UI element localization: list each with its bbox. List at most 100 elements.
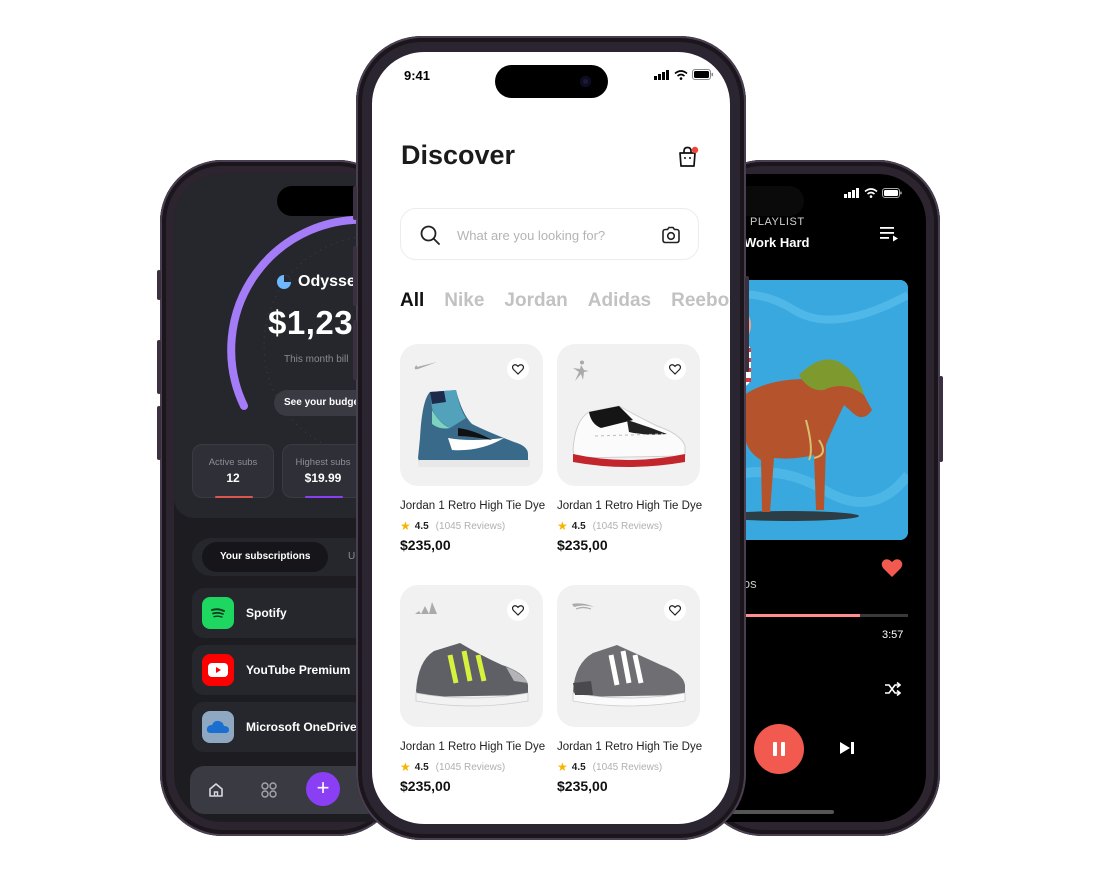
favorite-button[interactable] [664,599,686,621]
next-track-icon[interactable] [838,740,856,756]
product-rating: ★ 4.5 (1045 Reviews) [557,519,700,533]
product-card[interactable]: Jordan 1 Retro High Tie Dye ★ 4.5 (1045 … [557,585,703,794]
phone-side-button [939,376,943,462]
review-count: (1045 Reviews) [435,761,506,773]
shop-phone: 9:41 Discover A [353,36,749,840]
product-card[interactable]: Jordan 1 Retro High Tie Dye ★ 4.5 (1045 … [400,585,546,794]
signal-icon [654,69,669,80]
wifi-icon [864,188,878,198]
tab-adidas[interactable]: Adidas [588,290,651,312]
favorite-button[interactable] [664,358,686,380]
product-title: Jordan 1 Retro High Tie Dye [400,741,546,753]
sneaker-image [572,405,686,467]
heart-outline-icon [669,604,681,616]
brand-filter-tabs: All Nike Jordan Adidas Reebok [400,290,730,312]
product-image[interactable] [557,344,700,486]
shop-screen: 9:41 Discover A [372,52,730,824]
product-rating: ★ 4.5 (1045 Reviews) [557,760,700,774]
product-image[interactable] [400,585,543,727]
status-time: 9:41 [404,68,431,83]
review-count: (1045 Reviews) [435,520,506,532]
track-duration: 3:57 [882,629,904,641]
youtube-icon [202,654,234,686]
stat-active-subs: Active subs 12 [192,444,274,498]
star-icon: ★ [400,760,411,774]
product-price: $235,00 [400,537,451,553]
like-heart-icon[interactable] [881,558,903,578]
phone-side-button [353,186,357,220]
star-icon: ★ [557,760,568,774]
phone-side-button [157,406,161,460]
playlist-name: Work Hard [744,235,810,250]
signal-icon [844,188,859,198]
product-card[interactable]: Jordan 1 Retro High Tie Dye ★ 4.5 (1045 … [400,344,546,553]
subscription-name: Spotify [246,606,287,620]
product-price: $235,00 [557,778,608,794]
stat-value: 12 [226,471,240,485]
review-count: (1045 Reviews) [592,761,663,773]
product-price: $235,00 [400,778,451,794]
product-card[interactable]: Jordan 1 Retro High Tie Dye ★ 4.5 (1045 … [557,344,702,553]
page-title: Discover [401,140,516,170]
heart-outline-icon [512,363,524,375]
product-price: $235,00 [557,537,608,553]
reebok-logo-icon [572,603,594,610]
stat-highest-subs: Highest subs $19.99 [282,444,364,498]
camera-search-icon[interactable] [660,224,682,246]
adidas-logo-icon [415,602,437,614]
review-count: (1045 Reviews) [592,520,663,532]
stat-label: Active subs [208,457,258,468]
stat-value: $19.99 [304,471,342,485]
wifi-icon [674,69,688,80]
home-icon[interactable] [204,778,228,802]
shuffle-icon[interactable] [885,682,901,696]
tab-your-subscriptions[interactable]: Your subscriptions [202,542,329,572]
tab-nike[interactable]: Nike [444,290,484,312]
camera-dot [580,76,591,87]
product-title: Jordan 1 Retro High Tie Dye [557,741,703,753]
status-bar [844,188,902,198]
odyssey-logo-icon [277,275,291,289]
rating-value: 4.5 [414,520,429,532]
shopping-bag-icon[interactable] [676,145,700,169]
grid-icon[interactable] [257,778,281,802]
pause-button[interactable] [754,724,804,774]
favorite-button[interactable] [507,358,529,380]
brand-name: Odysse [298,273,356,290]
bill-caption: This month bill [284,354,349,365]
jordan-logo-icon [573,360,589,381]
phone-side-button [157,340,161,394]
tab-jordan[interactable]: Jordan [504,290,567,312]
search-bar[interactable] [400,208,699,260]
pause-icon [773,742,785,756]
product-rating: ★ 4.5 (1045 Reviews) [400,519,543,533]
rating-value: 4.5 [571,520,586,532]
bill-amount: $1,23 [268,304,354,341]
sneaker-image [415,643,529,707]
nike-logo-icon [414,362,437,370]
tab-all[interactable]: All [400,290,424,312]
product-image[interactable] [400,344,543,486]
product-image[interactable] [557,585,700,727]
queue-icon[interactable] [880,226,900,242]
subscription-name: YouTube Premium [246,663,351,677]
star-icon: ★ [557,519,568,533]
product-title: Jordan 1 Retro High Tie Dye [400,500,546,512]
subscription-name: Microsoft OneDrive [246,720,357,734]
rating-value: 4.5 [571,761,586,773]
status-bar [654,69,714,80]
heart-outline-icon [669,363,681,375]
stat-accent-bar [215,496,253,498]
search-input[interactable] [457,223,647,247]
add-subscription-button[interactable]: + [306,772,340,806]
phone-side-button [353,246,357,306]
stat-label: Highest subs [295,457,351,468]
search-icon[interactable] [419,224,441,246]
spotify-icon [202,597,234,629]
phone-side-button [157,270,161,300]
tab-reebok[interactable]: Reebok [671,290,730,312]
stat-accent-bar [305,496,343,498]
phone-side-button [353,320,357,380]
favorite-button[interactable] [507,599,529,621]
tab-upcoming[interactable]: U [348,551,355,562]
